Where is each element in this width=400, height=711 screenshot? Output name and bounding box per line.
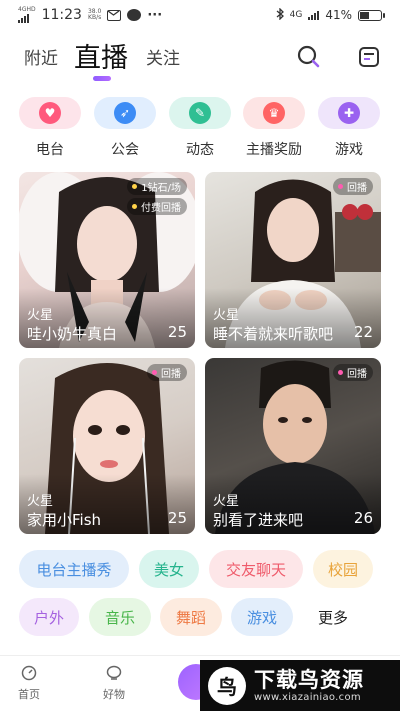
home-icon <box>20 664 38 682</box>
chip-outdoor[interactable]: 户外 <box>19 598 79 636</box>
net-speed-unit: KB/s <box>88 14 102 21</box>
watermark-url: www.xiazainiao.com <box>254 692 361 703</box>
tab-live-indicator <box>93 76 111 81</box>
mail-icon <box>107 9 122 21</box>
category-label: 主播奖励 <box>246 142 302 158</box>
live-card[interactable]: 回播 火星 家用小Fish 25 <box>19 358 195 534</box>
wing-icon: ➶ <box>114 102 136 124</box>
card-tag: 火星 <box>213 308 240 323</box>
wechat-icon <box>127 9 142 21</box>
price-badge: 1钻石/场 <box>127 178 187 195</box>
card-tag: 火星 <box>27 494 54 509</box>
viewer-count: 25 <box>167 509 187 527</box>
watermark: 鸟 下载鸟资源 www.xiazainiao.com <box>200 660 400 711</box>
signal-icon: 4GHD <box>18 7 36 23</box>
bluetooth-icon <box>276 6 284 23</box>
trophy-icon: ♛ <box>263 102 285 124</box>
chip-more[interactable]: 更多 <box>302 598 364 636</box>
signal-right-icon <box>308 10 320 20</box>
nav-shop-label: 好物 <box>103 688 125 701</box>
live-card[interactable]: 回播 火星 睡不着就来听歌吧 22 <box>205 172 381 348</box>
chip-radio-show[interactable]: 电台主播秀 <box>19 550 129 588</box>
category-row: ♥ 电台 ➶ 公会 ✎ 动态 ♛ 主播奖励 ✚ 游戏 <box>0 97 400 163</box>
tab-live[interactable]: 直播 <box>74 36 128 75</box>
viewer-count: 22 <box>353 323 373 341</box>
battery-icon <box>358 9 385 21</box>
replay-badge: 付费回播 <box>127 198 187 215</box>
chip-dance[interactable]: 舞蹈 <box>160 598 222 636</box>
category-moments[interactable]: ✎ 动态 <box>169 97 231 159</box>
chip-music[interactable]: 音乐 <box>89 598 151 636</box>
chip-campus[interactable]: 校园 <box>313 550 373 588</box>
viewer-count: 26 <box>353 509 373 527</box>
nav-shop[interactable]: 好物 <box>103 664 125 702</box>
card-title: 别看了进来吧 <box>213 511 304 529</box>
category-host-rewards[interactable]: ♛ 主播奖励 <box>243 97 305 159</box>
search-icon[interactable] <box>296 44 322 70</box>
replay-badge: 回播 <box>147 364 187 381</box>
category-radio[interactable]: ♥ 电台 <box>19 97 81 159</box>
category-games[interactable]: ✚ 游戏 <box>318 97 380 159</box>
heart-icon: ♥ <box>39 102 61 124</box>
card-title: 哇小奶牛真白 <box>27 325 118 343</box>
watermark-logo: 鸟 <box>208 666 246 705</box>
tab-follow[interactable]: 关注 <box>146 44 180 69</box>
category-label: 动态 <box>186 142 214 158</box>
battery-percent: 41% <box>325 8 352 22</box>
category-label: 公会 <box>111 142 139 158</box>
nav-home[interactable]: 首页 <box>18 664 40 702</box>
chip-games[interactable]: 游戏 <box>231 598 293 636</box>
note-icon: ✎ <box>189 102 211 124</box>
more-indicator: ··· <box>147 7 163 23</box>
replay-badge: 回播 <box>333 364 373 381</box>
chip-chat[interactable]: 交友聊天 <box>209 550 303 588</box>
category-guild[interactable]: ➶ 公会 <box>94 97 156 159</box>
replay-badge: 回播 <box>333 178 373 195</box>
watermark-title: 下载鸟资源 <box>254 668 364 692</box>
shop-icon <box>105 664 123 682</box>
category-label: 游戏 <box>335 142 363 158</box>
card-tag: 火星 <box>27 308 54 323</box>
header: 附近 直播 关注 <box>0 30 400 82</box>
status-bar: 4GHD 11:23 38.0 KB/s ··· 4G 41% <box>0 0 400 30</box>
card-tag: 火星 <box>213 494 240 509</box>
net-right: 4G <box>289 10 303 20</box>
card-title: 睡不着就来听歌吧 <box>213 325 334 343</box>
game-icon: ✚ <box>338 102 360 124</box>
menu-icon[interactable] <box>356 44 382 70</box>
category-label: 电台 <box>36 142 64 158</box>
chip-beauty[interactable]: 美女 <box>139 550 199 588</box>
card-title: 家用小Fish <box>27 511 102 529</box>
live-card[interactable]: 1钻石/场 付费回播 火星 哇小奶牛真白 25 <box>19 172 195 348</box>
status-time: 11:23 <box>41 7 82 23</box>
tab-nearby[interactable]: 附近 <box>24 44 58 69</box>
viewer-count: 25 <box>167 323 187 341</box>
live-card[interactable]: 回播 火星 别看了进来吧 26 <box>205 358 381 534</box>
nav-home-label: 首页 <box>18 688 40 701</box>
